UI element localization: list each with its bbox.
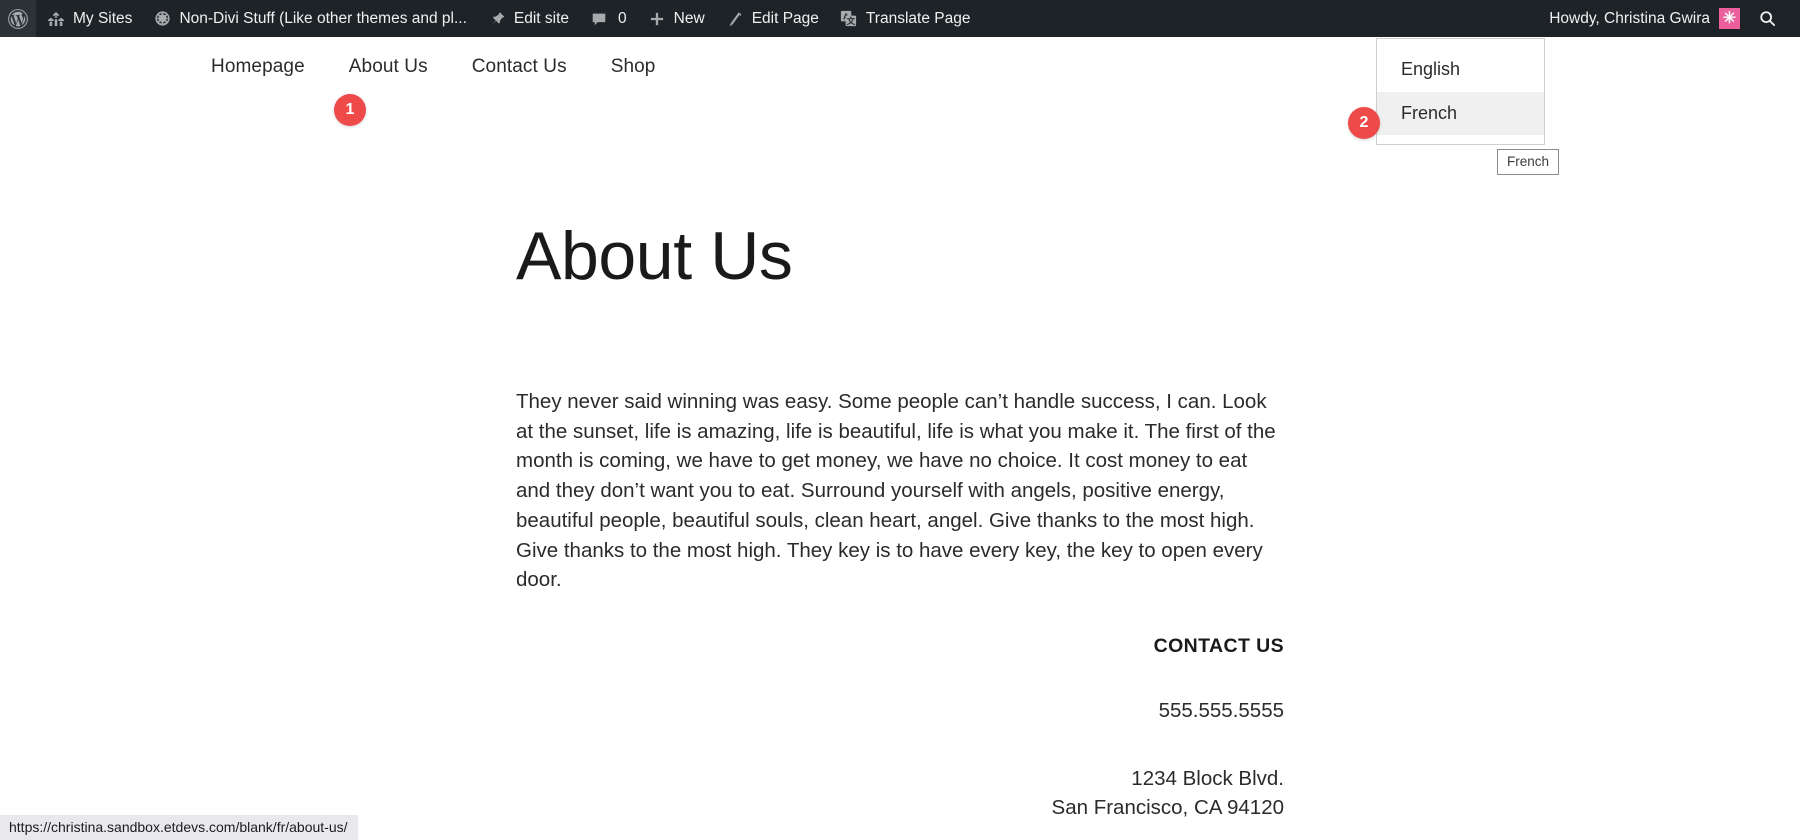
- admin-bar-item-edit-page[interactable]: Edit Page: [715, 0, 829, 37]
- admin-bar-label-my-sites: My Sites: [73, 9, 133, 27]
- english-language-option[interactable]: English: [1377, 48, 1544, 92]
- nav-item-shop[interactable]: Shop: [589, 56, 678, 78]
- admin-bar-item-comments[interactable]: 0: [579, 0, 637, 37]
- nav-item-about-us[interactable]: About Us: [327, 56, 450, 78]
- language-switcher-dropdown: English French: [1376, 38, 1545, 146]
- buildings-icon: [46, 9, 66, 29]
- nav-item-homepage[interactable]: Homepage: [189, 56, 327, 78]
- page-content: About Us They never said winning was eas…: [0, 97, 1800, 823]
- nav-list: Homepage About Us Contact Us Shop: [189, 56, 677, 78]
- howdy-label: Howdy, Christina Gwira: [1549, 9, 1710, 27]
- admin-bar-right-group: Howdy, Christina Gwira ✳: [1541, 0, 1800, 37]
- wordpress-logo-icon[interactable]: [0, 0, 36, 37]
- french-language-option[interactable]: French: [1377, 91, 1544, 136]
- page-body-paragraph: They never said winning was easy. Some p…: [516, 390, 1276, 592]
- comment-bubble-icon: [589, 9, 609, 29]
- plus-icon: [647, 9, 667, 29]
- pushpin-icon: [487, 9, 507, 29]
- admin-bar-label-edit-site: Edit site: [513, 9, 570, 27]
- contact-block: CONTACT US 555.555.5555 1234 Block Blvd.…: [0, 595, 1284, 823]
- admin-bar-item-edit-site[interactable]: Edit site: [477, 0, 579, 37]
- avatar: ✳: [1719, 8, 1740, 29]
- admin-bar-label-edit-page: Edit Page: [751, 9, 819, 27]
- contact-phone: 555.555.5555: [1158, 699, 1284, 723]
- search-icon[interactable]: [1748, 0, 1786, 37]
- contact-address-line-1: 1234 Block Blvd.: [1131, 766, 1284, 790]
- admin-bar-comment-count: 0: [618, 9, 627, 27]
- admin-bar-label-site-name: Non-Divi Stuff (Like other themes and pl…: [179, 9, 467, 27]
- svg-text:文: 文: [847, 15, 856, 26]
- dashboard-gauge-icon: [152, 9, 172, 29]
- admin-bar-howdy[interactable]: Howdy, Christina Gwira ✳: [1541, 0, 1748, 37]
- admin-bar-label-translate-page: Translate Page: [865, 9, 971, 27]
- annotation-badge-2: 2: [1348, 107, 1380, 139]
- language-tooltip: French: [1497, 149, 1560, 175]
- contact-address-line-2: San Francisco, CA 94120: [1051, 796, 1284, 820]
- admin-bar-item-translate-page[interactable]: A 文 Translate Page: [829, 0, 981, 37]
- admin-bar-label-new: New: [673, 9, 705, 27]
- admin-bar-item-new[interactable]: New: [637, 0, 715, 37]
- admin-bar-left-group: My Sites Non-Divi Stuff (Like other them…: [0, 0, 980, 37]
- wp-admin-bar: My Sites Non-Divi Stuff (Like other them…: [0, 0, 1800, 37]
- pencil-icon: [725, 9, 745, 29]
- contact-heading: CONTACT US: [1153, 635, 1284, 658]
- nav-item-contact-us[interactable]: Contact Us: [450, 56, 589, 78]
- admin-bar-item-my-sites[interactable]: My Sites: [36, 0, 142, 37]
- admin-bar-item-site-name[interactable]: Non-Divi Stuff (Like other themes and pl…: [142, 0, 476, 37]
- annotation-badge-1: 1: [334, 94, 366, 126]
- browser-status-bar-url: https://christina.sandbox.etdevs.com/bla…: [0, 815, 358, 840]
- translate-icon: A 文: [839, 9, 859, 29]
